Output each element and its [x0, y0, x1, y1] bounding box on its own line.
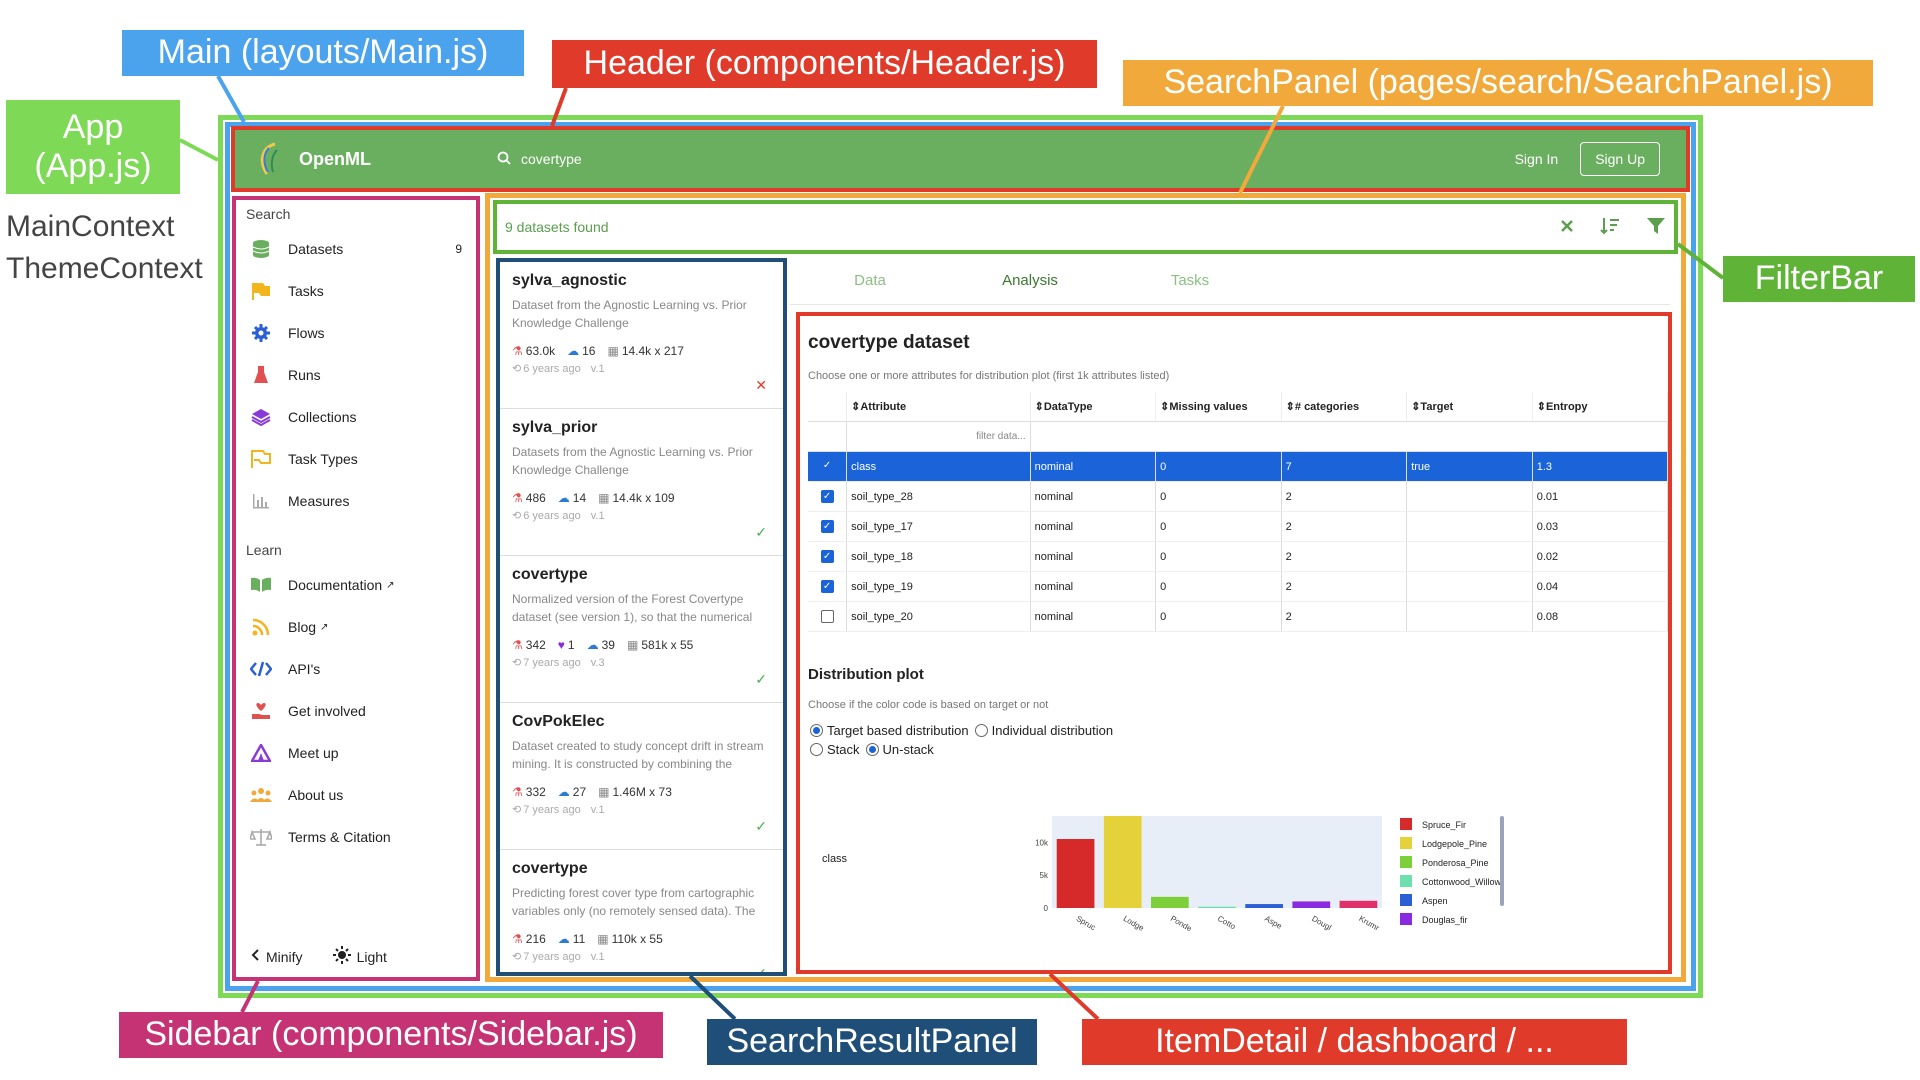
- callout-itemdetail: ItemDetail / dashboard / ...: [1082, 1019, 1627, 1065]
- searchresultpanel-frame: [496, 258, 787, 976]
- sidebar-frame: [232, 196, 480, 981]
- itemdetail-frame: [796, 312, 1672, 974]
- callout-app: App (App.js): [6, 100, 180, 194]
- tabs-divider: [790, 304, 1670, 305]
- context-main: MainContext: [6, 210, 175, 243]
- callout-app-text: App (App.js): [34, 107, 152, 185]
- tab-analysis[interactable]: Analysis: [950, 272, 1110, 289]
- detail-tabs: Data Analysis Tasks: [790, 256, 1670, 304]
- tab-tasks[interactable]: Tasks: [1110, 272, 1270, 289]
- callout-searchresultpanel: SearchResultPanel: [707, 1019, 1037, 1065]
- callout-searchpanel: SearchPanel (pages/search/SearchPanel.js…: [1123, 60, 1873, 106]
- callout-filterbar: FilterBar: [1723, 256, 1915, 302]
- callout-sidebar: Sidebar (components/Sidebar.js): [119, 1012, 663, 1058]
- leader-app: [179, 138, 219, 162]
- header-frame: [231, 126, 1690, 192]
- tab-data[interactable]: Data: [790, 272, 950, 289]
- filterbar-frame: [493, 200, 1678, 254]
- callout-main: Main (layouts/Main.js): [122, 30, 524, 76]
- context-theme: ThemeContext: [6, 252, 203, 285]
- callout-header: Header (components/Header.js): [552, 40, 1097, 88]
